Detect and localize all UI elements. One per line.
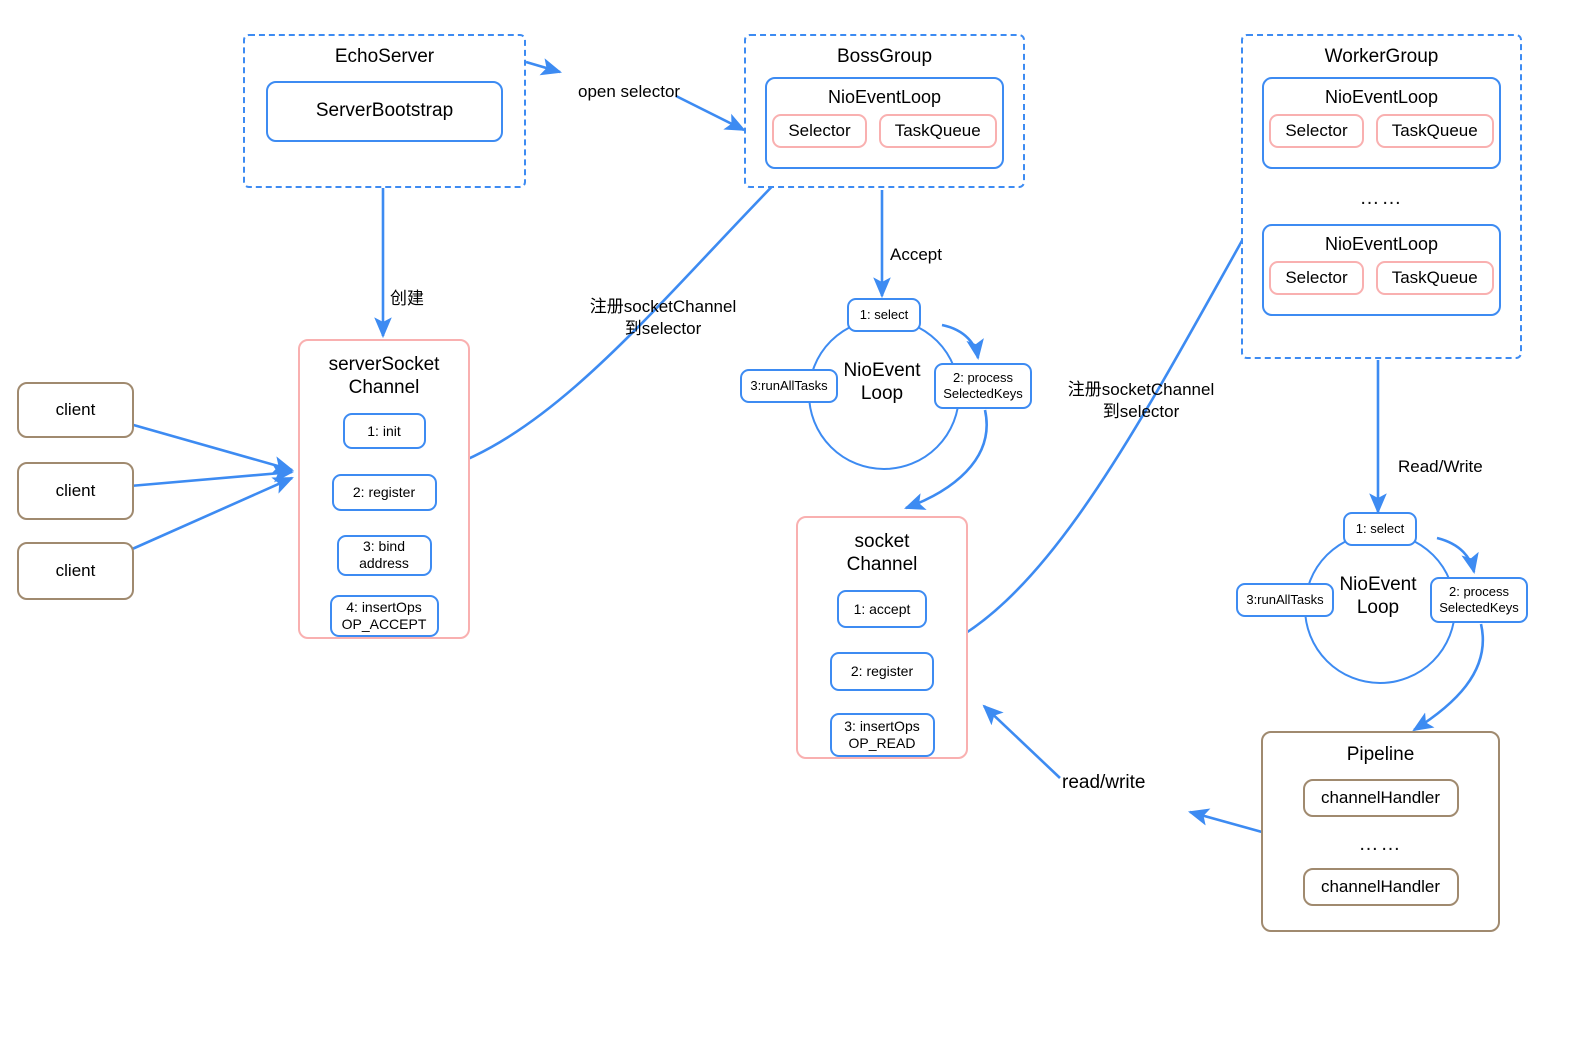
diagram-canvas: EchoServer ServerBootstrap BossGroup Nio… bbox=[0, 0, 1582, 1062]
server-bootstrap-box[interactable]: ServerBootstrap bbox=[266, 80, 503, 142]
worker-group: WorkerGroup NioEventLoop Selector TaskQu… bbox=[1241, 34, 1522, 359]
client-box-1[interactable]: client bbox=[17, 382, 134, 438]
client-box-2[interactable]: client bbox=[17, 462, 134, 520]
worker-selector-2[interactable]: Selector bbox=[1269, 260, 1364, 295]
worker-task-queue-2[interactable]: TaskQueue bbox=[1375, 260, 1494, 295]
worker-group-ellipsis: …… bbox=[1359, 186, 1404, 209]
worker-group-title: WorkerGroup bbox=[1324, 46, 1439, 67]
worker-nio-event-loop-1-title: NioEventLoop bbox=[1324, 86, 1439, 107]
boss-nio-event-loop[interactable]: NioEventLoop Selector TaskQueue bbox=[765, 76, 1004, 169]
pipeline-box: Pipeline channelHandler …… channelHandle… bbox=[1261, 731, 1500, 932]
ssc-step-4[interactable]: 4: insertOps OP_ACCEPT bbox=[329, 595, 439, 637]
label-register-socket-channel-boss: 注册socketChannel 到selector bbox=[589, 297, 737, 339]
boss-loop-run-all-tasks[interactable]: 3:runAllTasks bbox=[740, 369, 838, 403]
sc-step-3[interactable]: 3: insertOps OP_READ bbox=[829, 713, 935, 757]
echo-server-title: EchoServer bbox=[334, 46, 435, 67]
socket-channel-title: socket Channel bbox=[846, 531, 918, 576]
label-read-write-lower: read/write bbox=[1062, 772, 1146, 793]
label-open-selector: open selector bbox=[578, 82, 681, 101]
worker-loop-center-label: NioEvent Loop bbox=[1339, 574, 1417, 618]
ssc-step-2[interactable]: 2: register bbox=[331, 474, 437, 511]
boss-task-queue[interactable]: TaskQueue bbox=[878, 113, 997, 148]
worker-nio-event-loop-2-title: NioEventLoop bbox=[1324, 233, 1439, 254]
label-read-write-upper: Read/Write bbox=[1398, 457, 1483, 476]
worker-loop-process-selected-keys[interactable]: 2: process SelectedKeys bbox=[1430, 577, 1528, 623]
label-register-socket-channel-worker: 注册socketChannel 到selector bbox=[1067, 380, 1215, 422]
server-socket-channel: serverSocket Channel 1: init 2: register… bbox=[298, 339, 470, 639]
boss-selector[interactable]: Selector bbox=[772, 113, 867, 148]
worker-nio-event-loop-2[interactable]: NioEventLoop Selector TaskQueue bbox=[1262, 223, 1501, 316]
worker-nio-event-loop-1[interactable]: NioEventLoop Selector TaskQueue bbox=[1262, 76, 1501, 169]
pipeline-channel-handler-2[interactable]: channelHandler bbox=[1302, 868, 1459, 907]
socket-channel: socket Channel 1: accept 2: register 3: … bbox=[796, 516, 968, 759]
worker-loop-select[interactable]: 1: select bbox=[1343, 512, 1417, 546]
label-create: 创建 bbox=[390, 289, 424, 308]
pipeline-channel-handler-1[interactable]: channelHandler bbox=[1302, 779, 1459, 818]
worker-selector-1[interactable]: Selector bbox=[1269, 113, 1364, 148]
server-socket-channel-title: serverSocket Channel bbox=[328, 354, 440, 399]
boss-nio-event-loop-title: NioEventLoop bbox=[827, 86, 942, 107]
server-bootstrap-label: ServerBootstrap bbox=[315, 100, 454, 122]
boss-loop-center-label: NioEvent Loop bbox=[843, 360, 921, 404]
ssc-step-3[interactable]: 3: bind address bbox=[336, 534, 432, 577]
boss-group-title: BossGroup bbox=[836, 46, 933, 67]
label-accept: Accept bbox=[890, 245, 942, 264]
sc-step-2[interactable]: 2: register bbox=[830, 651, 934, 692]
sc-step-1[interactable]: 1: accept bbox=[837, 590, 927, 628]
client-box-3[interactable]: client bbox=[17, 542, 134, 600]
ssc-step-1[interactable]: 1: init bbox=[342, 413, 426, 450]
boss-group: BossGroup NioEventLoop Selector TaskQueu… bbox=[744, 34, 1025, 188]
echo-server-group: EchoServer ServerBootstrap bbox=[243, 34, 526, 188]
boss-loop-process-selected-keys[interactable]: 2: process SelectedKeys bbox=[934, 363, 1032, 409]
worker-loop-run-all-tasks[interactable]: 3:runAllTasks bbox=[1236, 583, 1334, 617]
boss-loop-select[interactable]: 1: select bbox=[847, 298, 921, 332]
pipeline-ellipsis: …… bbox=[1358, 833, 1403, 856]
worker-task-queue-1[interactable]: TaskQueue bbox=[1375, 113, 1494, 148]
pipeline-title: Pipeline bbox=[1346, 744, 1415, 765]
